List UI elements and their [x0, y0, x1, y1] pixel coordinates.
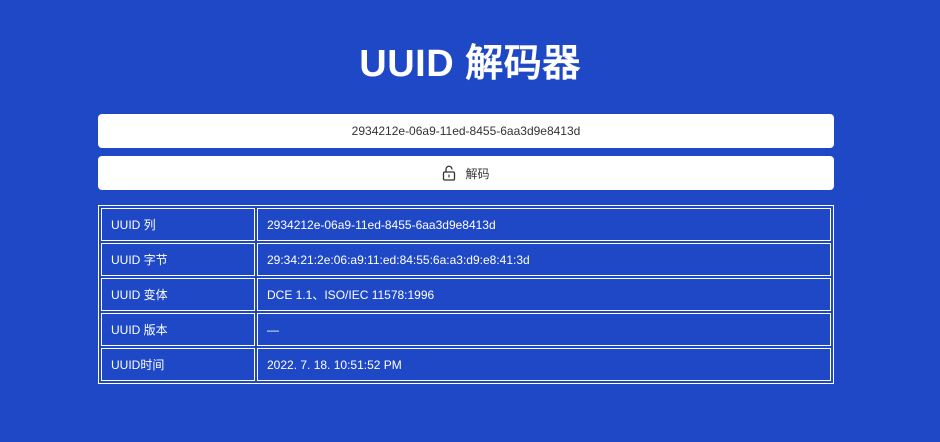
uuid-decoder-page: UUID 解码器 解码 UUID 列 2934212e-06a9-11ed-84… — [0, 0, 940, 442]
row-value: 2934212e-06a9-11ed-8455-6aa3d9e8413d — [257, 208, 831, 241]
uuid-input[interactable] — [98, 114, 834, 148]
row-label: UUID 字节 — [101, 243, 255, 276]
decode-button[interactable]: 解码 — [98, 156, 834, 190]
row-value: 2022. 7. 18. 10:51:52 PM — [257, 348, 831, 381]
decode-button-label: 解码 — [465, 166, 490, 181]
row-value: 29:34:21:2e:06:a9:11:ed:84:55:6a:a3:d9:e… — [257, 243, 831, 276]
table-row: UUID 变体 DCE 1.1、ISO/IEC 11578:1996 — [101, 278, 831, 311]
row-label: UUID 变体 — [101, 278, 255, 311]
row-value: DCE 1.1、ISO/IEC 11578:1996 — [257, 278, 831, 311]
table-row: UUID 版本 — — [101, 313, 831, 346]
result-table: UUID 列 2934212e-06a9-11ed-8455-6aa3d9e84… — [98, 205, 834, 384]
table-row: UUID时间 2022. 7. 18. 10:51:52 PM — [101, 348, 831, 381]
table-row: UUID 字节 29:34:21:2e:06:a9:11:ed:84:55:6a… — [101, 243, 831, 276]
page-title: UUID 解码器 — [359, 43, 581, 85]
row-label: UUID 版本 — [101, 313, 255, 346]
row-label: UUID 列 — [101, 208, 255, 241]
row-value: — — [257, 313, 831, 346]
row-label: UUID时间 — [101, 348, 255, 381]
table-row: UUID 列 2934212e-06a9-11ed-8455-6aa3d9e84… — [101, 208, 831, 241]
unlock-icon — [442, 165, 456, 181]
